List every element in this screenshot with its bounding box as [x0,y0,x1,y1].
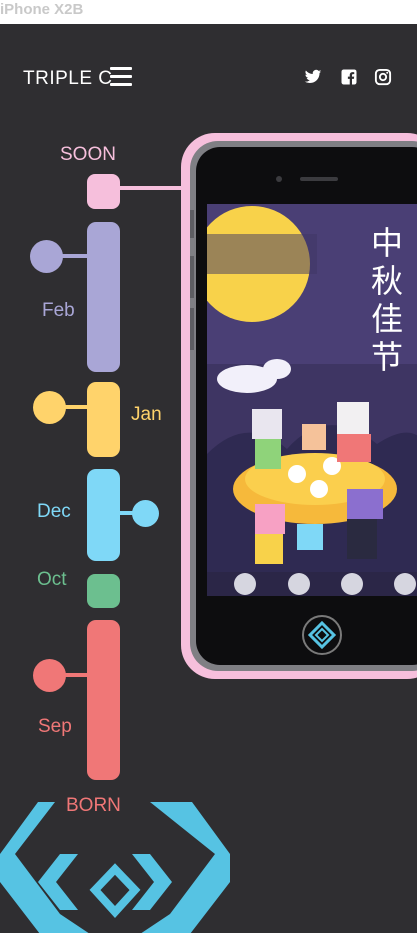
timeline-sep-dot[interactable] [33,659,66,692]
brand-logo-icon [0,802,230,933]
timeline-soon-label: SOON [60,144,116,165]
camera-icon [276,176,282,182]
timeline-dec-label: Dec [37,501,71,522]
volume-down-button [190,308,194,350]
timeline-feb-dot[interactable] [30,240,63,273]
timeline-jan-bar[interactable] [87,382,120,457]
speaker-grille [300,177,338,181]
phone-connector [118,186,183,190]
timeline-oct-bar[interactable] [87,574,120,608]
facebook-icon[interactable] [340,68,358,86]
timeline-jan-stem [63,405,90,409]
poster-title: 中秋佳节 [370,224,403,376]
instagram-icon[interactable] [374,68,392,86]
home-logo-icon [307,620,337,650]
timeline-sep-bar[interactable] [87,620,120,780]
phone-display[interactable]: 中秋佳节 [207,204,417,596]
timeline-jan-label: Jan [131,404,162,425]
home-button[interactable] [302,615,342,655]
timeline-feb-label: Feb [42,300,75,321]
timeline-dec-dot[interactable] [132,500,159,527]
timeline-feb-stem [60,254,90,258]
timeline-dec-bar[interactable] [87,469,120,561]
timeline-sep-stem [63,673,90,677]
brand-title[interactable]: TRIPLE C [23,68,113,90]
timeline-feb-bar[interactable] [87,222,120,372]
twitter-icon[interactable] [304,68,322,86]
app-screen: TRIPLE C SOON Feb Jan Dec Oct Sep BORN 中… [0,24,417,933]
side-button [190,210,194,238]
timeline-sep-label: Sep [38,716,72,737]
hamburger-menu-icon[interactable] [110,67,132,87]
timeline-soon-node[interactable] [87,174,120,209]
timeline-jan-dot[interactable] [33,391,66,424]
frame-label: iPhone X2B [0,1,84,18]
volume-up-button [190,256,194,298]
timeline-oct-label: Oct [37,569,67,590]
